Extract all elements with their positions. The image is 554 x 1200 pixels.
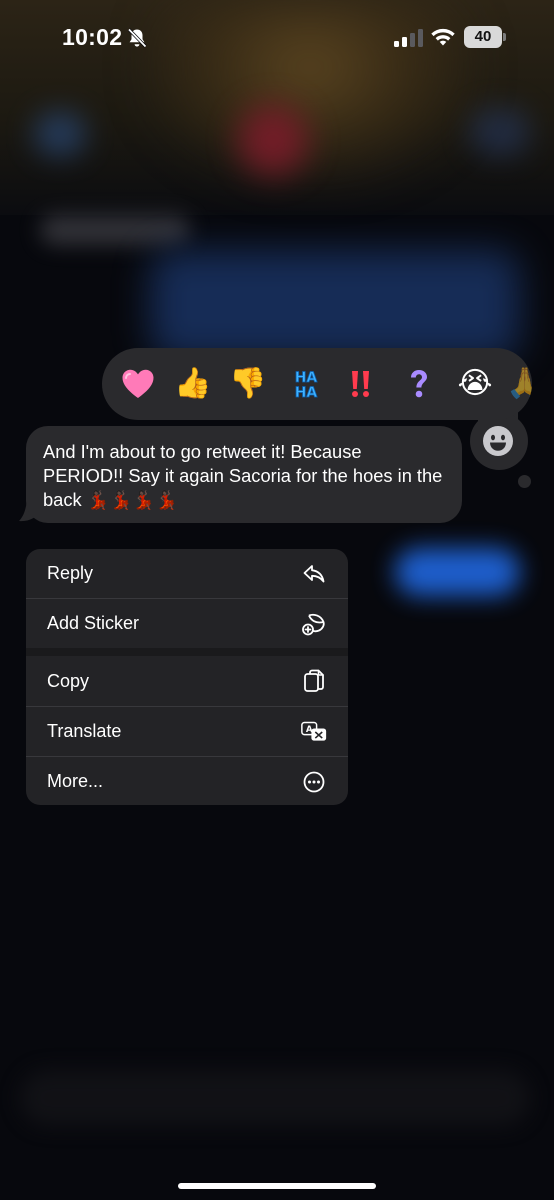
crying-face-icon: 😭 [457,367,493,400]
reaction-crying-button[interactable]: 😭 [456,365,494,403]
blurred-back-button [34,112,86,156]
home-indicator[interactable] [178,1183,376,1189]
reaction-haha-button[interactable]: HA HA [287,365,325,403]
context-menu: Reply Add Sticker Copy Translate A More.… [26,549,348,805]
menu-group-separator [26,648,348,656]
battery-level: 40 [464,26,502,48]
reaction-thumbs-down-button[interactable]: 👎 [229,365,267,403]
blurred-video-button [470,108,530,156]
reaction-heart-button[interactable] [119,365,157,403]
reaction-more-button[interactable]: 🙏 [506,365,532,403]
add-sticker-icon [301,611,327,637]
double-exclamation-icon [352,371,369,397]
haha-icon: HA HA [294,370,318,400]
thumbs-down-icon: 👎 [229,367,267,400]
reaction-bubble-tail-dot [518,475,531,488]
reaction-exclamation-button[interactable] [342,365,380,403]
menu-item-label: Reply [47,563,94,583]
more-icon [301,769,327,795]
reaction-question-button[interactable] [400,365,438,403]
bell-slash-icon [127,28,147,48]
blurred-sender-label [40,215,190,245]
cellular-signal-icon [394,29,423,47]
reply-icon [301,561,327,587]
reaction-bar: 👍 👎 HA HA 😭 🙏 [102,348,532,420]
reaction-thumbs-up-button[interactable]: 👍 [174,365,212,403]
menu-item-label: More... [47,771,104,791]
menu-item-add-sticker[interactable]: Add Sticker [26,599,348,648]
battery-cap [503,33,506,41]
emoji-picker-icon[interactable] [481,424,515,458]
message-bubble[interactable]: And I'm about to go retweet it! Because … [26,426,462,523]
menu-item-label: Add Sticker [47,613,140,633]
translate-icon: A [301,719,327,745]
menu-item-label: Translate [47,721,122,741]
thumbs-up-icon: 👍 [174,367,212,400]
blurred-message-input [20,1070,530,1126]
wifi-icon [431,28,455,46]
blurred-sent-message [150,250,520,360]
svg-text:HA: HA [295,370,318,386]
menu-item-reply[interactable]: Reply [26,549,348,598]
menu-item-more[interactable]: More... [26,757,348,805]
blurred-sent-message-small [395,548,520,596]
message-text: And I'm about to go retweet it! Because … [43,440,446,512]
svg-text:HA: HA [295,385,318,400]
heart-icon [122,369,154,398]
blurred-contact-avatar [238,105,308,175]
battery-icon: 40 [464,26,506,48]
dancer-emoji-run: 💃🏿💃🏿💃🏿💃🏿 [86,489,178,510]
question-icon [411,370,427,398]
status-bar: 10:02 40 [0,0,554,75]
menu-item-label: Copy [47,671,90,691]
menu-item-translate[interactable]: Translate A [26,707,348,756]
menu-item-copy[interactable]: Copy [26,657,348,706]
copy-icon [301,669,327,695]
status-time: 10:02 [62,24,123,50]
partial-emoji-icon: 🙏 [506,367,532,400]
